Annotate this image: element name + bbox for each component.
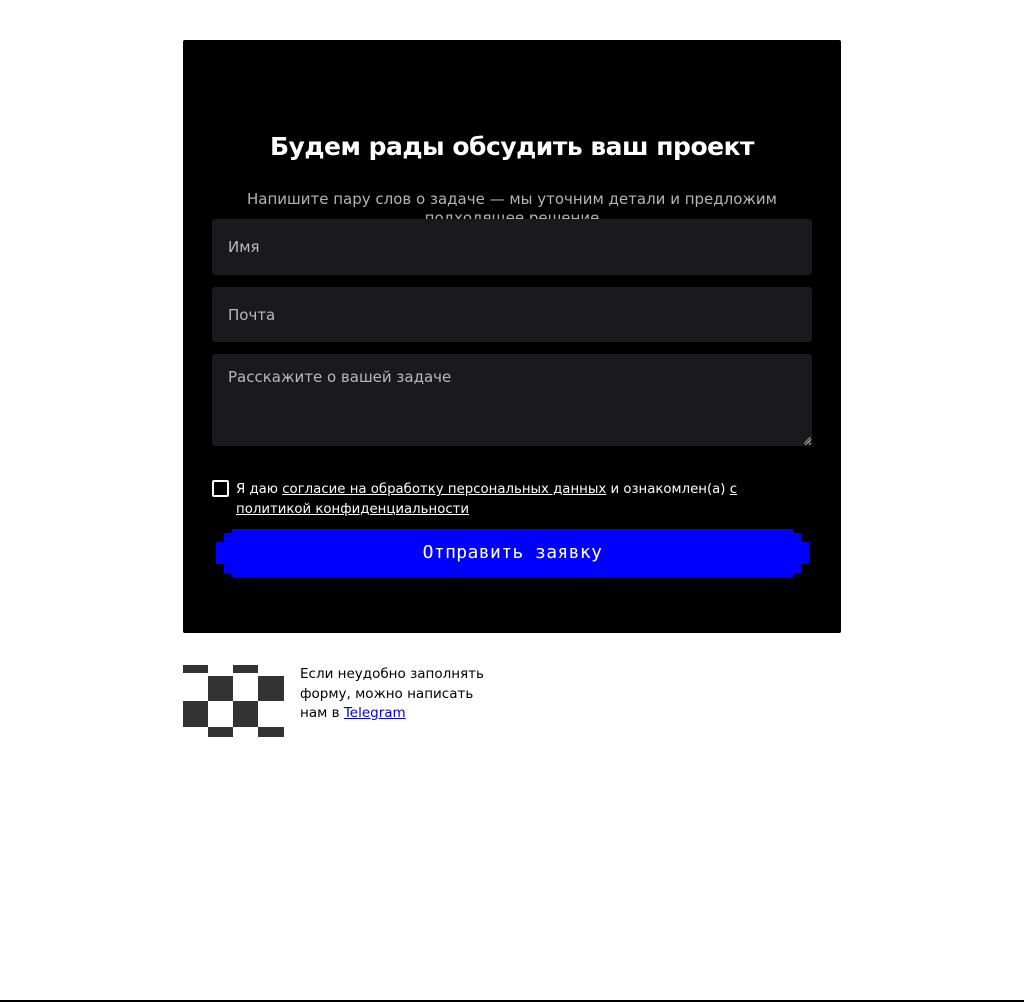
consent-text: Я даю согласие на обработку персональных… xyxy=(236,480,816,520)
page: Будем рады обсудить ваш проект Напишите … xyxy=(0,0,1024,1002)
alt-contact: Если неудобно заполнять форму, можно нап… xyxy=(183,665,503,737)
checker-pattern-icon xyxy=(183,665,284,737)
submit-button[interactable]: Отправить заявку xyxy=(216,529,809,577)
consent-prefix: Я даю xyxy=(236,482,279,497)
contact-form-card: Будем рады обсудить ваш проект Напишите … xyxy=(183,40,841,633)
form-title: Будем рады обсудить ваш проект xyxy=(269,132,755,161)
consent-link[interactable]: согласие на обработку персональных данны… xyxy=(282,482,606,497)
alt-contact-text: Если неудобно заполнять форму, можно нап… xyxy=(300,665,500,724)
consent-middle: и ознакомлен(а) xyxy=(610,482,726,497)
consent-checkbox[interactable] xyxy=(212,480,229,497)
resize-grip-icon[interactable] xyxy=(803,436,811,444)
submit-label: Отправить заявку xyxy=(422,542,603,563)
telegram-link[interactable]: Telegram xyxy=(344,705,406,721)
message-field[interactable] xyxy=(212,354,812,446)
name-field[interactable] xyxy=(212,219,812,275)
email-field[interactable] xyxy=(212,287,812,342)
